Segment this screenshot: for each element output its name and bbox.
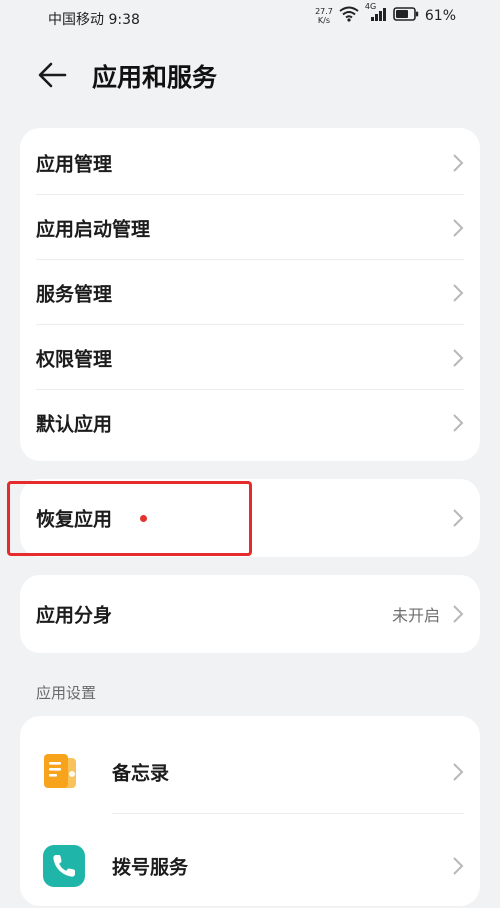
app-settings-card: 备忘录 拨号服务 <box>20 716 480 906</box>
service-management-row[interactable]: 服务管理 <box>20 260 480 325</box>
notes-app-icon <box>42 750 82 794</box>
chevron-right-icon <box>452 856 464 876</box>
app-clone-row[interactable]: 应用分身 未开启 <box>20 581 480 646</box>
back-arrow-icon[interactable] <box>36 60 68 90</box>
section-header: 应用设置 <box>36 684 97 702</box>
app-management-row[interactable]: 应用管理 <box>20 130 480 195</box>
cellular-signal-icon: 4G <box>365 2 387 26</box>
restore-apps-card: 恢复应用 <box>20 479 480 557</box>
status-bar: 中国移动 9:38 27.7 K/s 4G 61% <box>0 0 500 38</box>
status-value: 未开启 <box>391 605 440 625</box>
page-title: 应用和服务 <box>92 63 218 92</box>
phone-app-icon <box>42 844 85 888</box>
chevron-right-icon <box>452 283 464 303</box>
chevron-right-icon <box>452 153 464 173</box>
app-label: 拨号服务 <box>112 856 189 879</box>
network-speed-unit: K/s <box>317 16 331 25</box>
chevron-right-icon <box>452 604 464 624</box>
status-icons: 27.7 K/s 4G 61% <box>315 2 456 26</box>
app-launch-management-row[interactable]: 应用启动管理 <box>20 195 480 260</box>
app-label: 备忘录 <box>112 762 170 785</box>
row-label: 默认应用 <box>36 413 113 435</box>
app-clone-card: 应用分身 未开启 <box>20 575 480 653</box>
network-speed: 27.7 K/s <box>315 7 333 25</box>
divider <box>112 813 464 814</box>
network-speed-value: 27.7 <box>315 7 333 16</box>
notes-app-row[interactable]: 备忘录 <box>20 730 480 814</box>
default-apps-row[interactable]: 默认应用 <box>20 390 480 455</box>
row-label: 应用启动管理 <box>36 218 151 240</box>
wifi-icon <box>339 6 359 26</box>
row-label: 服务管理 <box>36 283 113 305</box>
page-header: 应用和服务 <box>0 50 500 100</box>
row-label: 权限管理 <box>36 348 113 370</box>
chevron-right-icon <box>452 762 464 782</box>
row-label: 应用管理 <box>36 153 113 175</box>
signal-type-label: 4G <box>364 2 377 11</box>
chevron-right-icon <box>452 413 464 433</box>
chevron-right-icon <box>452 348 464 368</box>
row-label: 恢复应用 <box>36 508 113 530</box>
dialer-service-row[interactable]: 拨号服务 <box>20 824 480 908</box>
row-label: 应用分身 <box>36 604 113 626</box>
main-settings-card: 应用管理 应用启动管理 服务管理 权限管理 默认应用 <box>20 128 480 461</box>
chevron-right-icon <box>452 508 464 528</box>
carrier-time: 中国移动 9:38 <box>48 12 140 28</box>
restore-apps-row[interactable]: 恢复应用 <box>20 485 480 550</box>
permission-management-row[interactable]: 权限管理 <box>20 325 480 390</box>
battery-icon <box>393 7 419 25</box>
notification-dot <box>140 514 147 522</box>
battery-percent: 61% <box>424 8 456 24</box>
chevron-right-icon <box>452 218 464 238</box>
